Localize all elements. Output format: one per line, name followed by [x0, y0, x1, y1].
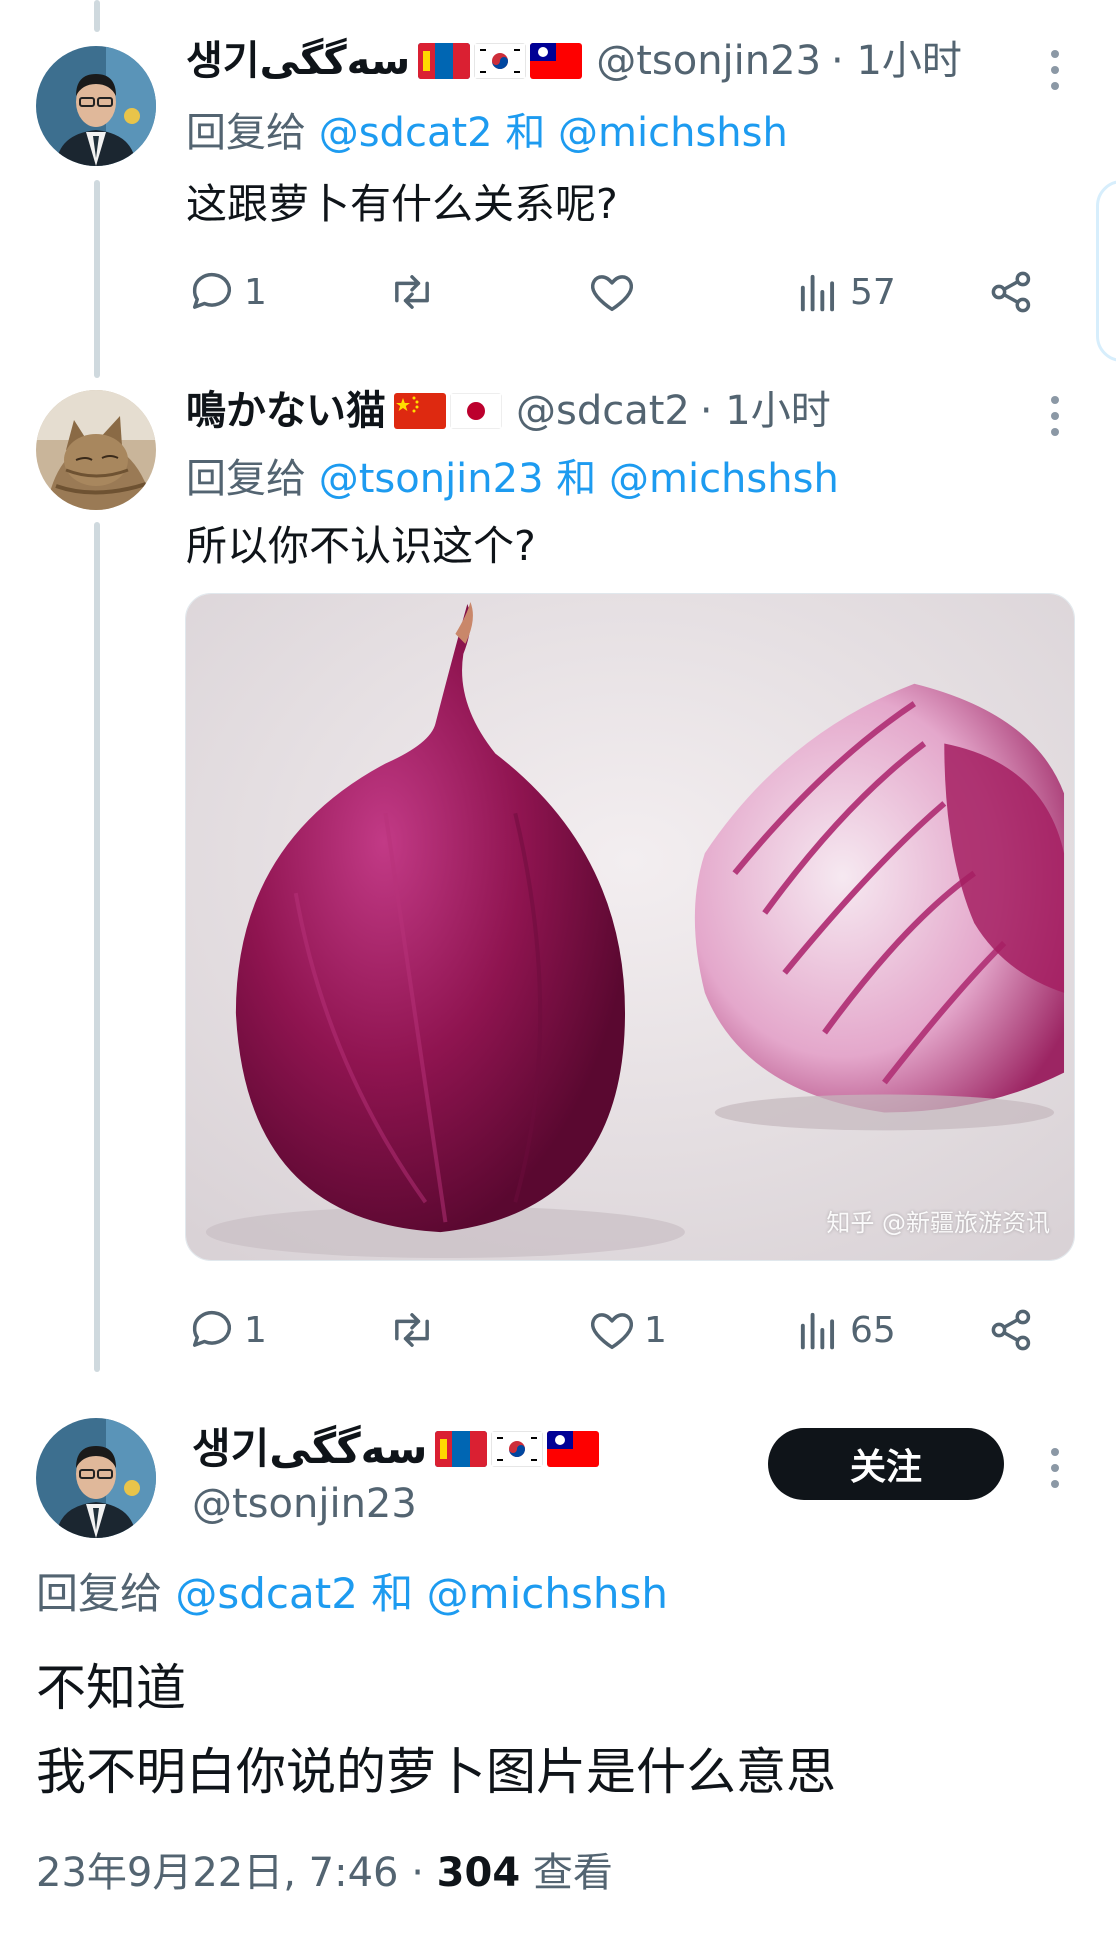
views-label: 查看: [532, 1850, 613, 1896]
reply-and: 和: [505, 110, 546, 156]
taiwan-flag-icon: [547, 1431, 600, 1467]
handle[interactable]: @sdcat2: [516, 386, 690, 436]
views-icon: [800, 1312, 835, 1350]
more-options-icon[interactable]: [1049, 396, 1061, 436]
avatar[interactable]: [36, 390, 156, 510]
reply-prefix: 回复给: [186, 456, 306, 502]
reply-count: 1: [244, 271, 267, 313]
reply-count: 1: [244, 1309, 267, 1351]
china-flag-icon: [394, 393, 446, 429]
reply-and: 和: [371, 1569, 414, 1618]
handle[interactable]: @tsonjin23: [192, 1479, 417, 1529]
main-tweet-text-line-2: 我不明白你说的萝卜图片是什么意思: [36, 1743, 836, 1801]
timestamp[interactable]: · 1小时: [831, 36, 962, 86]
mongolia-flag-icon: [435, 1431, 488, 1467]
retweet-icon: [395, 275, 429, 309]
heart-icon: [591, 1313, 633, 1350]
tweet1-header: 생기سەگگی @tsonjin23 · 1小时: [186, 36, 962, 86]
main-tweet-text-line-1: 不知道: [36, 1659, 186, 1717]
views-count: 65: [850, 1309, 896, 1351]
display-name[interactable]: 생기سەگگی: [186, 36, 410, 86]
reply-prefix: 回复给: [36, 1569, 163, 1618]
timestamp[interactable]: · 1小时: [700, 386, 831, 436]
reply-and: 和: [556, 456, 597, 502]
thread-line-1: [94, 180, 100, 378]
reply-to-line: 回复给 @sdcat2 和 @michshsh: [36, 1568, 668, 1620]
thread-line-top: [94, 0, 100, 32]
more-options-icon[interactable]: [1049, 1448, 1061, 1488]
views-count: 304: [436, 1850, 521, 1896]
views-count: 57: [850, 271, 896, 313]
retweet-icon: [395, 1313, 429, 1347]
views-icon: [800, 274, 835, 312]
handle[interactable]: @tsonjin23: [596, 36, 821, 86]
main-tweet-name-row: 생기سەگگی: [192, 1423, 600, 1475]
mention-link[interactable]: @michshsh: [427, 1569, 668, 1618]
display-name[interactable]: 생기سەگگی: [192, 1423, 427, 1475]
display-name[interactable]: 鳴かない猫: [186, 386, 386, 436]
thread-line-2: [94, 522, 100, 1372]
image-watermark: 知乎 @新疆旅游资讯: [826, 1209, 1050, 1237]
retweet-button[interactable]: [386, 262, 444, 322]
reply-icon: [192, 272, 232, 309]
avatar[interactable]: [36, 46, 156, 166]
share-icon: [991, 1309, 1031, 1351]
reply-to-line: 回复给 @sdcat2 和 @michshsh: [186, 108, 788, 158]
south-korea-flag-icon: [474, 43, 527, 79]
tweet-date[interactable]: 23年9月22日, 7:46 ·: [36, 1850, 424, 1896]
mongolia-flag-icon: [418, 43, 471, 79]
retweet-button[interactable]: [386, 1300, 444, 1360]
like-count: 1: [644, 1309, 667, 1351]
tweet1-actions: 1 57: [186, 262, 1046, 322]
like-button[interactable]: 1: [586, 1300, 667, 1360]
tweet2-header: 鳴かない猫 @sdcat2 · 1小时: [186, 386, 831, 436]
mention-link[interactable]: @sdcat2: [175, 1569, 358, 1618]
mention-link[interactable]: @michshsh: [609, 456, 839, 502]
flags: [414, 43, 583, 79]
mention-link[interactable]: @sdcat2: [319, 110, 493, 156]
reply-to-line: 回复给 @tsonjin23 和 @michshsh: [186, 454, 839, 504]
tweet2-actions: 1 1 65: [186, 1300, 1046, 1360]
side-card-edge: [1096, 180, 1116, 362]
share-icon: [991, 271, 1031, 313]
tweet-text: 所以你不认识这个?: [186, 522, 536, 570]
more-options-icon[interactable]: [1049, 50, 1061, 90]
reply-button[interactable]: 1: [186, 1300, 267, 1360]
mention-link[interactable]: @michshsh: [558, 110, 788, 156]
reply-button[interactable]: 1: [186, 262, 267, 322]
reply-icon: [192, 1310, 232, 1347]
share-button[interactable]: [986, 262, 1038, 322]
share-button[interactable]: [986, 1300, 1038, 1360]
tweet-text: 这跟萝卜有什么关系呢?: [186, 180, 618, 228]
tweet-image-red-onion[interactable]: 知乎 @新疆旅游资讯: [185, 593, 1075, 1261]
taiwan-flag-icon: [530, 43, 583, 79]
flags: [390, 393, 502, 429]
japan-flag-icon: [450, 393, 502, 429]
flags: [431, 1431, 600, 1467]
views-button[interactable]: 57: [792, 262, 896, 322]
reply-prefix: 回复给: [186, 110, 306, 156]
mention-link[interactable]: @tsonjin23: [319, 456, 544, 502]
follow-button[interactable]: 关注: [768, 1428, 1004, 1500]
like-button[interactable]: [586, 262, 644, 322]
south-korea-flag-icon: [491, 1431, 544, 1467]
tweet-meta: 23年9月22日, 7:46 · 304 查看: [36, 1848, 613, 1898]
avatar[interactable]: [36, 1418, 156, 1538]
heart-icon: [591, 275, 633, 312]
views-button[interactable]: 65: [792, 1300, 896, 1360]
